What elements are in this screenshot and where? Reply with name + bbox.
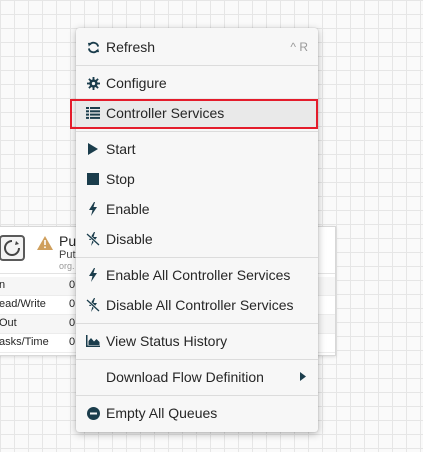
menu-label-status-history: View Status History [106, 333, 228, 349]
submenu-arrow-icon [300, 371, 306, 383]
stat-value: 0 [69, 317, 76, 329]
area-chart-icon [86, 334, 100, 348]
list-icon [86, 106, 100, 120]
menu-label-controller-services: Controller Services [106, 105, 225, 121]
refresh-icon [86, 40, 100, 54]
menu-item-controller-services[interactable]: Controller Services [76, 98, 318, 128]
processor-name: Pu [59, 233, 77, 249]
menu-divider [76, 323, 318, 324]
stat-value: 0 [69, 298, 76, 310]
processor-bundle: org. [59, 261, 75, 271]
disabled-bolt-icon [86, 298, 100, 312]
stop-icon [86, 172, 100, 186]
bolt-icon [86, 202, 100, 216]
menu-label-empty-queues: Empty All Queues [106, 405, 218, 421]
menu-item-disable[interactable]: Disable [76, 224, 318, 254]
warning-icon[interactable] [37, 236, 53, 250]
stat-label: ead/Write [0, 298, 46, 310]
gear-icon [86, 76, 100, 90]
bolt-icon [86, 268, 100, 282]
menu-label-enable-all: Enable All Controller Services [106, 267, 291, 283]
menu-divider [76, 359, 318, 360]
stat-label: Out [0, 317, 17, 329]
menu-label-disable: Disable [106, 231, 153, 247]
menu-label-enable: Enable [106, 201, 150, 217]
context-menu: Refresh ^ R Configure Controller Service… [76, 28, 318, 432]
menu-item-enable[interactable]: Enable [76, 194, 318, 224]
menu-item-view-status-history[interactable]: View Status History [76, 326, 318, 356]
menu-item-download-flow-definition[interactable]: Download Flow Definition [76, 362, 318, 392]
menu-item-disable-all-controller-services[interactable]: Disable All Controller Services [76, 290, 318, 320]
processor-type: Put [59, 249, 76, 261]
stat-label: asks/Time [0, 336, 49, 348]
menu-divider [76, 257, 318, 258]
menu-label-configure: Configure [106, 75, 167, 91]
menu-label-disable-all: Disable All Controller Services [106, 297, 294, 313]
menu-label-refresh: Refresh [106, 39, 156, 55]
menu-label-start: Start [106, 141, 136, 157]
menu-divider [76, 131, 318, 132]
refresh-shortcut: ^ R [290, 40, 308, 54]
disabled-bolt-icon [86, 232, 100, 246]
menu-item-refresh[interactable]: Refresh ^ R [76, 32, 318, 62]
menu-item-configure[interactable]: Configure [76, 68, 318, 98]
menu-item-empty-all-queues[interactable]: Empty All Queues [76, 398, 318, 428]
processor-icon [0, 235, 25, 261]
stat-value: 0 [69, 336, 76, 348]
minus-circle-icon [86, 406, 100, 420]
play-icon [86, 142, 100, 156]
menu-divider [76, 65, 318, 66]
menu-item-stop[interactable]: Stop [76, 164, 318, 194]
menu-item-enable-all-controller-services[interactable]: Enable All Controller Services [76, 260, 318, 290]
menu-divider [76, 395, 318, 396]
stat-value: 0 [69, 279, 76, 291]
menu-label-stop: Stop [106, 171, 135, 187]
stat-label: n [0, 279, 6, 291]
menu-item-start[interactable]: Start [76, 134, 318, 164]
menu-label-download-flow: Download Flow Definition [106, 369, 264, 385]
